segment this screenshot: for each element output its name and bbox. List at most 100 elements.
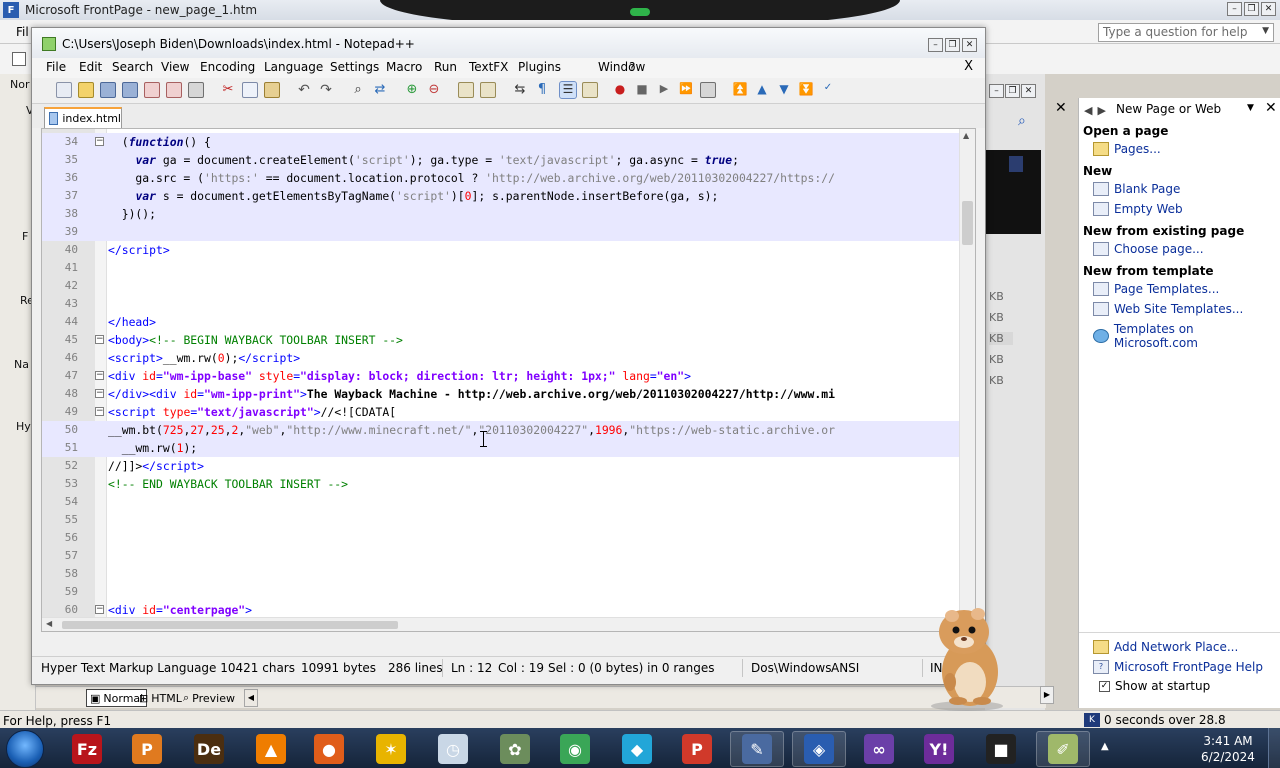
link-web-site-templates[interactable]: Web Site Templates... — [1093, 302, 1243, 316]
forward-arrow-icon[interactable]: ▶ — [1097, 104, 1105, 117]
back-arrow-icon[interactable]: ◀ — [1084, 104, 1092, 117]
sync-vertical-icon[interactable] — [458, 82, 474, 98]
tab-index-html[interactable]: index.html — [44, 107, 122, 128]
run-macro-multiple-icon[interactable]: ⏩ — [678, 82, 694, 98]
redo-icon[interactable]: ↷ — [318, 82, 334, 98]
chevron-down-icon[interactable]: ▼ — [1247, 103, 1254, 113]
fold-collapse-icon[interactable]: − — [95, 335, 104, 344]
record-macro-icon[interactable]: ● — [612, 82, 628, 98]
taskbar-app-clock[interactable]: ◷ — [426, 731, 480, 767]
fold-collapse-icon[interactable]: − — [95, 605, 104, 614]
code-editor[interactable]: 34 − (function() { 35 var ga = document.c… — [41, 128, 976, 632]
menu-window[interactable]: Window — [598, 60, 645, 74]
up-icon[interactable]: ▲ — [754, 82, 770, 98]
restore-button[interactable]: ❐ — [1244, 2, 1259, 16]
menu-run[interactable]: Run — [434, 60, 457, 74]
taskbar-app-filezilla[interactable]: Fz — [60, 731, 114, 767]
sub-minimize-button[interactable]: – — [989, 84, 1004, 98]
close-all-icon[interactable] — [166, 82, 182, 98]
paste-icon[interactable] — [264, 82, 280, 98]
replace-icon[interactable]: ⇄ — [372, 82, 388, 98]
zoom-out-icon[interactable]: ⊖ — [426, 82, 442, 98]
tab-preview[interactable]: ⌕ Preview — [180, 689, 238, 707]
close-document-icon[interactable]: X — [964, 59, 973, 74]
link-frontpage-help[interactable]: ? Microsoft FrontPage Help — [1093, 660, 1263, 674]
tab-html[interactable]: ⊞ HTML — [136, 689, 185, 707]
fold-collapse-icon[interactable]: − — [95, 371, 104, 380]
copy-icon[interactable] — [242, 82, 258, 98]
link-templates-on-microsoft[interactable]: Templates on Microsoft.com — [1093, 322, 1280, 350]
fold-collapse-icon[interactable]: − — [95, 407, 104, 416]
chevron-down-icon[interactable]: ▼ — [1262, 26, 1269, 36]
menu-encoding[interactable]: Encoding — [200, 60, 255, 74]
word-wrap-icon[interactable]: ⇆ — [512, 82, 528, 98]
close-file-icon[interactable] — [144, 82, 160, 98]
down-icon[interactable]: ▼ — [776, 82, 792, 98]
print-icon[interactable] — [188, 82, 204, 98]
show-at-startup-checkbox[interactable]: ✓ Show at startup — [1099, 679, 1210, 693]
save-macro-icon[interactable] — [700, 82, 716, 98]
taskbar-app-dreamweaver[interactable]: De — [182, 731, 236, 767]
close-button[interactable]: ✕ — [1261, 2, 1276, 16]
menu-macro[interactable]: Macro — [386, 60, 422, 74]
minimize-button[interactable]: – — [1227, 2, 1242, 16]
find-icon[interactable]: ⌕ — [350, 82, 366, 98]
taskbar-app-notepad[interactable]: ✐ — [1036, 731, 1090, 767]
menu-search[interactable]: Search — [112, 60, 153, 74]
link-pages[interactable]: Pages... — [1093, 142, 1161, 156]
frontpage-menu-file[interactable]: Fil — [16, 25, 29, 39]
cut-icon[interactable]: ✂ — [220, 82, 236, 98]
spell-check-icon[interactable]: ✓ — [820, 82, 836, 98]
taskbar-app-yahoo[interactable]: Y! — [912, 731, 966, 767]
menu-plugins[interactable]: Plugins — [518, 60, 561, 74]
taskbar-app-tools[interactable]: ✿ — [488, 731, 542, 767]
help-question-input[interactable]: Type a question for help ▼ — [1098, 23, 1274, 42]
views-label-navigation[interactable]: Na — [14, 358, 29, 371]
taskbar-app-frontpage[interactable]: ◈ — [792, 731, 846, 767]
stop-macro-icon[interactable]: ■ — [634, 82, 650, 98]
sub-restore-button[interactable]: ❐ — [1005, 84, 1020, 98]
play-macro-icon[interactable]: ▶ — [656, 82, 672, 98]
new-page-icon[interactable] — [12, 52, 26, 66]
show-all-chars-icon[interactable]: ¶ — [534, 82, 550, 98]
close-icon[interactable]: ✕ — [1265, 100, 1277, 116]
scroll-up-icon[interactable]: ▲ — [963, 131, 969, 140]
link-blank-page[interactable]: Blank Page — [1093, 182, 1180, 196]
menu-language[interactable]: Language — [264, 60, 323, 74]
link-page-templates[interactable]: Page Templates... — [1093, 282, 1219, 296]
link-empty-web[interactable]: Empty Web — [1093, 202, 1183, 216]
horizontal-scrollbar[interactable]: ◀▶ — [42, 617, 975, 631]
taskbar-clock[interactable]: 3:41 AM 6/2/2024 — [1196, 733, 1260, 765]
fold-collapse-icon[interactable]: − — [95, 389, 104, 398]
menu-help[interactable]: ? — [629, 60, 635, 74]
taskbar-app-firefox[interactable]: ● — [302, 731, 356, 767]
user-lang-icon[interactable] — [582, 82, 598, 98]
close-button[interactable]: ✕ — [962, 38, 977, 52]
views-label-hyperlinks[interactable]: Hy — [16, 420, 31, 433]
taskbar-app-paint2[interactable]: P — [670, 731, 724, 767]
new-file-icon[interactable] — [56, 82, 72, 98]
first-icon[interactable]: ⏫ — [732, 82, 748, 98]
open-file-icon[interactable] — [78, 82, 94, 98]
taskbar-app-chrome[interactable]: ◉ — [548, 731, 602, 767]
save-all-icon[interactable] — [122, 82, 138, 98]
vertical-scrollbar[interactable]: ▲ — [959, 129, 975, 619]
taskbar-app-terminal[interactable]: ■ — [974, 731, 1028, 767]
taskbar-app-visual-studio[interactable]: ∞ — [852, 731, 906, 767]
tab-scroll-left-button[interactable]: ◀ — [244, 689, 258, 707]
start-button[interactable] — [6, 730, 44, 768]
taskbar-app-editor[interactable]: ✎ — [730, 731, 784, 767]
indent-guide-icon[interactable]: ☰ — [559, 81, 577, 99]
close-icon[interactable]: ✕ — [1055, 100, 1067, 116]
taskbar-app-gem[interactable]: ◆ — [610, 731, 664, 767]
zoom-in-icon[interactable]: ⊕ — [404, 82, 420, 98]
menu-view[interactable]: View — [161, 60, 189, 74]
taskbar-app-paint[interactable]: P — [120, 731, 174, 767]
vertical-scroll-thumb[interactable] — [962, 201, 973, 245]
link-choose-page[interactable]: Choose page... — [1093, 242, 1204, 256]
sub-close-button[interactable]: ✕ — [1021, 84, 1036, 98]
taskbar-app-aim[interactable]: ✶ — [364, 731, 418, 767]
link-add-network-place[interactable]: Add Network Place... — [1093, 640, 1238, 654]
scroll-right-button[interactable]: ▶ — [1040, 686, 1054, 704]
menu-file[interactable]: File — [46, 60, 66, 74]
